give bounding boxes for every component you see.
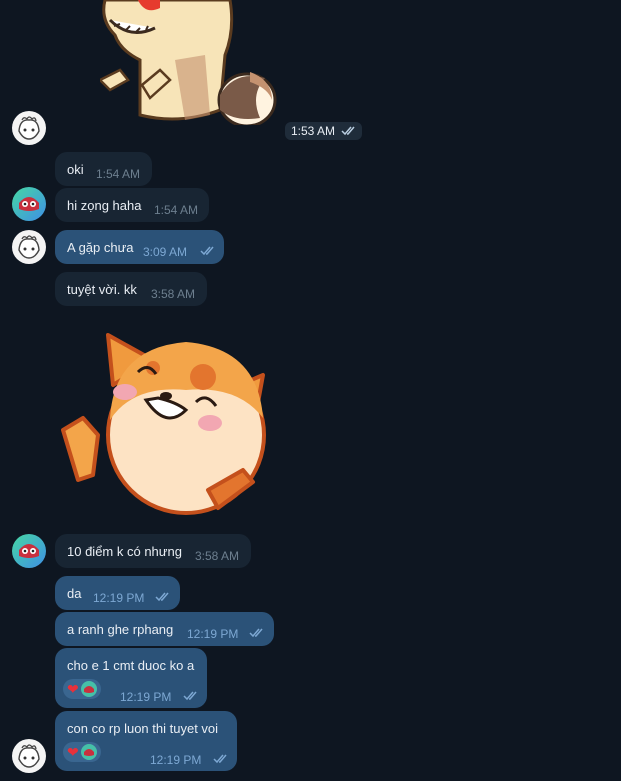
fox-sticker[interactable] [58,330,268,515]
message-text: a ranh ghe rphang [67,622,174,637]
message-time: 12:19 PM [93,591,145,605]
message-time: 12:19 PM [150,753,202,767]
sheep-icon [13,740,45,772]
read-ticks-icon [155,592,169,602]
reaction-avatar-icon [80,681,97,697]
heart-icon: ❤ [67,681,79,697]
message-bubble[interactable]: con co rp luon thi tuyet voi ❤ 12:19 PM [55,711,237,771]
message-text: 10 điểm k có nhưng [67,544,182,559]
heart-icon: ❤ [67,744,79,760]
message-time: 12:19 PM [120,690,172,704]
avatar[interactable] [12,187,46,221]
message-bubble[interactable]: a ranh ghe rphang 12:19 PM [55,612,274,646]
sheep-icon [13,231,45,263]
read-ticks-icon [200,246,214,256]
read-ticks-icon [213,754,227,764]
message-bubble[interactable]: A gặp chưa 3:09 AM [55,230,224,264]
message-bubble[interactable]: 10 điểm k có nhưng 3:58 AM [55,534,251,568]
message-time: 1:54 AM [154,203,199,217]
avatar[interactable] [12,739,46,773]
message-time: 3:58 AM [151,287,196,301]
monster-icon [19,544,39,558]
sticker-time-text: 1:53 AM [291,124,336,138]
reaction-chip[interactable]: ❤ [63,679,101,699]
read-ticks-icon [341,126,355,136]
message-text: cho e 1 cmt duoc ko a [67,658,195,673]
reaction-avatar-icon [80,744,97,760]
message-text: hi zọng haha [67,198,142,213]
avatar[interactable] [12,534,46,568]
message-time: 1:54 AM [96,167,141,181]
avatar[interactable] [12,111,46,145]
message-text: A gặp chưa [67,240,134,255]
read-ticks-icon [183,691,197,701]
message-bubble[interactable]: oki 1:54 AM [55,152,152,186]
message-text: tuyệt vời. kk [67,282,137,297]
read-ticks-icon [249,628,263,638]
message-bubble[interactable]: da 12:19 PM [55,576,180,610]
message-text: con co rp luon thi tuyet voi [67,721,219,736]
message-bubble[interactable]: hi zọng haha 1:54 AM [55,188,209,222]
message-text: oki [67,162,84,177]
message-bubble[interactable]: tuyệt vời. kk 3:58 AM [55,272,207,306]
message-time: 3:09 AM [143,245,188,259]
avatar[interactable] [12,230,46,264]
sheep-icon [13,112,45,144]
reaction-chip[interactable]: ❤ [63,742,101,762]
monster-icon [19,197,39,211]
message-time: 3:58 AM [195,549,240,563]
message-time: 12:19 PM [187,627,239,641]
raccoon-sticker[interactable] [100,0,280,125]
sticker-time: 1:53 AM [285,122,363,140]
message-bubble[interactable]: cho e 1 cmt duoc ko a ❤ 12:19 PM [55,648,207,708]
message-text: da [67,586,82,601]
